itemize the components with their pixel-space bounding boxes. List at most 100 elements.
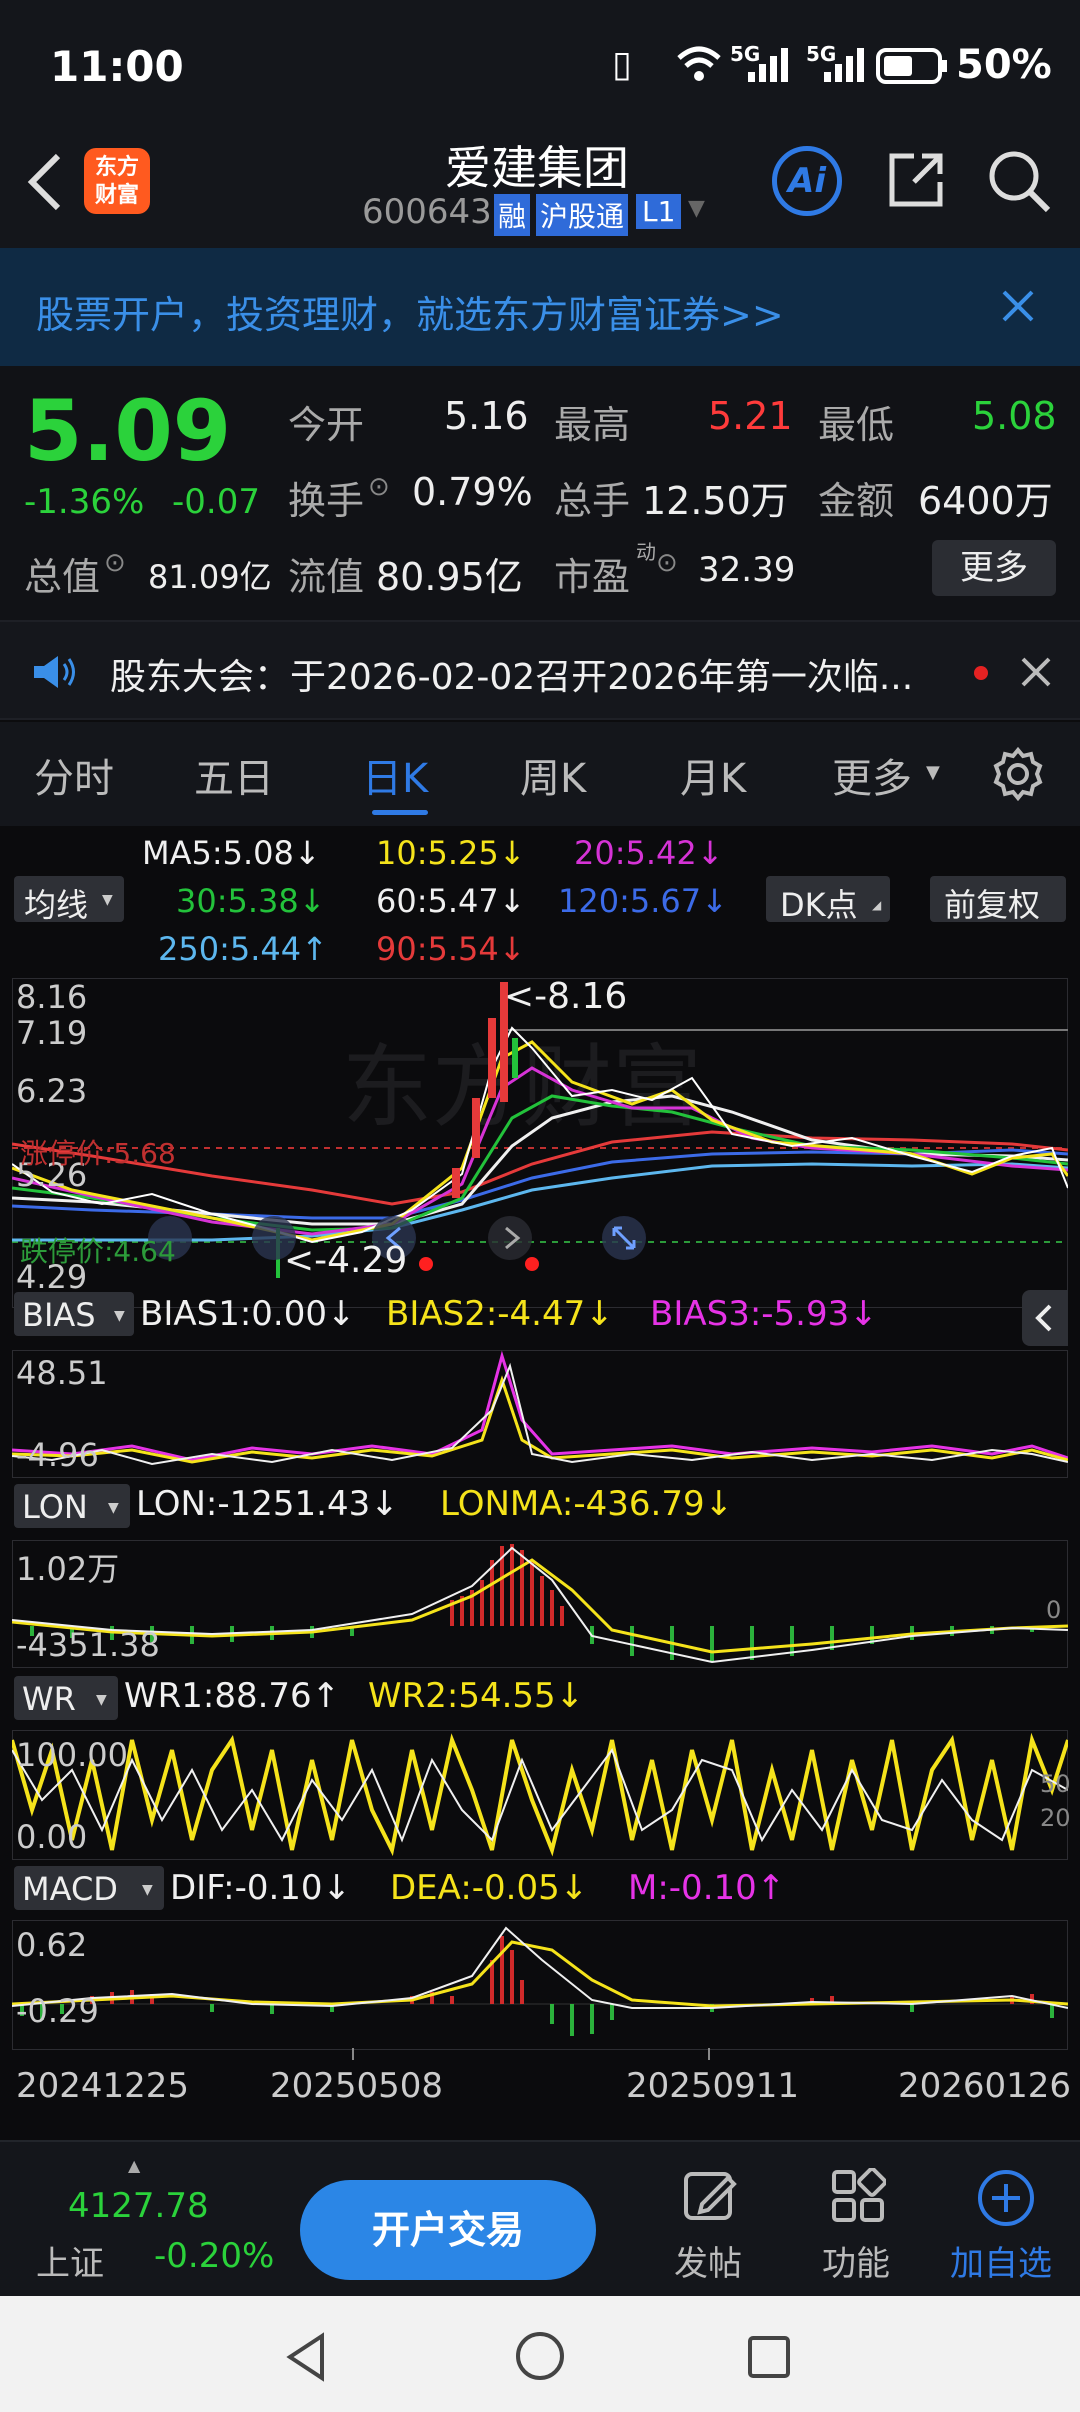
bottom-toolbar: ▲ 4127.78 上证 -0.20% 开户交易 发帖 功能 加自选 xyxy=(0,2140,1080,2296)
banner-text[interactable]: 股票开户，投资理财，就选东方财富证券>> xyxy=(36,284,784,339)
dk-button-label: DK点 xyxy=(780,886,858,924)
edit-icon xyxy=(684,2172,737,2220)
lon-plot[interactable] xyxy=(12,1540,1068,1668)
bias-plot[interactable] xyxy=(12,1350,1068,1478)
tab-daily-k[interactable]: 日K xyxy=(362,746,428,804)
x-axis-label: 20241225 xyxy=(16,2066,190,2106)
app-logo[interactable]: 东方财富 xyxy=(84,148,150,214)
high-label: 最高 xyxy=(554,403,631,447)
notice-text[interactable]: 股东大会：于2026-02-02召开2026年第一次临... xyxy=(110,648,913,700)
volume-value: 12.50万 xyxy=(642,479,789,523)
limit-up-label: 涨停价:5.68 xyxy=(20,1137,176,1170)
add-watchlist-button[interactable]: 加自选 xyxy=(946,2164,1066,2284)
speaker-icon xyxy=(34,656,75,688)
app-logo-text: 东方财富 xyxy=(94,155,139,208)
bias2-label: BIAS2:-4.47↓ xyxy=(386,1294,614,1334)
wr-selector[interactable]: WR ▼ xyxy=(14,1676,118,1720)
notice-bar[interactable]: 股东大会：于2026-02-02召开2026年第一次临... xyxy=(0,620,1080,720)
ma60-label: 60:5.47↓ xyxy=(376,882,526,920)
ma-selector-label: 均线 xyxy=(24,886,89,924)
stock-code: 600643 xyxy=(362,192,492,232)
bias1-label: BIAS1:0.00↓ xyxy=(140,1294,356,1334)
back-icon[interactable] xyxy=(22,150,66,214)
more-button[interactable]: 更多 xyxy=(932,540,1056,596)
functions-button[interactable]: 功能 xyxy=(808,2164,908,2284)
macd-y-top: 0.62 xyxy=(16,1926,88,1964)
more-button-label: 更多 xyxy=(960,548,1028,588)
index-change[interactable]: -0.20% xyxy=(154,2236,274,2276)
watermark: 东方财富 xyxy=(342,1035,702,1140)
lon-positive-bars xyxy=(450,1544,564,1626)
post-button[interactable]: 发帖 xyxy=(660,2164,760,2284)
turnover-value: 0.79% xyxy=(412,470,533,514)
promo-banner[interactable]: 股票开户，投资理财，就选东方财富证券>> xyxy=(0,248,1080,366)
trade-button[interactable]: 开户交易 xyxy=(300,2180,596,2280)
ai-icon: Ai xyxy=(788,161,826,201)
close-icon[interactable] xyxy=(1000,288,1036,324)
wr2-line xyxy=(12,1732,1068,1857)
ai-button[interactable]: Ai xyxy=(772,146,842,216)
wr-plot[interactable] xyxy=(12,1730,1068,1860)
tab-weekly-k[interactable]: 周K xyxy=(520,746,586,804)
adjust-button[interactable]: 前复权 xyxy=(930,876,1066,924)
tab-intraday[interactable]: 分时 xyxy=(34,746,114,804)
chevron-down-icon[interactable]: ▼ xyxy=(688,196,705,221)
macd-plot[interactable] xyxy=(12,1920,1068,2050)
kline-y-label: 7.19 xyxy=(16,1014,88,1052)
amount-value: 6400万 xyxy=(918,479,1053,523)
lon-y-bottom: -4351.38 xyxy=(16,1626,160,1664)
home-nav-icon[interactable] xyxy=(514,2330,566,2382)
index-name[interactable]: 上证 xyxy=(36,2236,104,2285)
chart-next-button[interactable] xyxy=(488,1216,532,1260)
ma250-label: 250:5.44↑ xyxy=(158,930,328,968)
settings-icon[interactable] xyxy=(990,746,1046,802)
lon-selector-label: LON xyxy=(22,1488,88,1526)
lon-selector[interactable]: LON ▼ xyxy=(14,1484,130,1528)
wr-y-top: 100.00 xyxy=(16,1736,128,1774)
recents-nav-icon[interactable] xyxy=(746,2334,792,2380)
caret-down-icon: ▼ xyxy=(108,1500,119,1516)
index-value[interactable]: 4127.78 xyxy=(68,2186,209,2226)
bias-y-top: 48.51 xyxy=(16,1354,108,1392)
wr2-label: WR2:54.55↓ xyxy=(368,1676,585,1716)
event-dot xyxy=(525,1257,539,1271)
limit-down-label: 跌停价:4.64 xyxy=(20,1235,176,1268)
grid-icon xyxy=(832,2168,886,2222)
share-icon[interactable] xyxy=(884,148,948,212)
level-badge: L1 xyxy=(636,194,682,229)
signal-icon-b xyxy=(824,48,864,82)
low-label: 最低 xyxy=(818,403,895,447)
macd-selector-label: MACD xyxy=(22,1870,118,1908)
macd-selector[interactable]: MACD ▼ xyxy=(14,1866,164,1910)
bias-selector[interactable]: BIAS ▼ xyxy=(14,1292,134,1336)
last-price: 5.09 xyxy=(24,382,232,480)
stock-name[interactable]: 爱建集团 xyxy=(445,132,629,198)
high-value: 5.21 xyxy=(708,394,793,438)
ma30-label: 30:5.38↓ xyxy=(176,882,326,920)
active-tab-indicator xyxy=(372,810,428,815)
close-icon[interactable] xyxy=(1020,656,1052,688)
wr-selector-label: WR xyxy=(22,1680,76,1718)
min-price-marker: <-4.29 xyxy=(284,1240,408,1281)
search-icon[interactable] xyxy=(986,148,1052,214)
add-watchlist-label: 加自选 xyxy=(950,2244,1052,2284)
float-value: 80.95亿 xyxy=(376,555,523,599)
status-bar: 11:00 ▯ 5G 5G 50% xyxy=(0,0,1080,130)
back-nav-icon[interactable] xyxy=(284,2332,328,2382)
ma-selector[interactable]: 均线 ▼ xyxy=(14,876,124,924)
tab-five-day[interactable]: 五日 xyxy=(194,746,274,804)
tab-more[interactable]: 更多 xyxy=(832,746,912,804)
collapse-button[interactable] xyxy=(1022,1290,1068,1346)
macd-negative-bars xyxy=(20,2004,1054,2036)
turnover-label: 换手 xyxy=(288,479,365,523)
chevron-left-icon xyxy=(1035,1304,1052,1332)
wr1-label: WR1:88.76↑ xyxy=(124,1676,341,1716)
float-label: 流值 xyxy=(288,555,365,599)
tab-monthly-k[interactable]: 月K xyxy=(680,746,746,804)
caret-down-icon: ▼ xyxy=(142,1882,153,1898)
lonma-label: LONMA:-436.79↓ xyxy=(440,1484,734,1524)
open-label: 今开 xyxy=(288,403,365,447)
wifi-icon xyxy=(677,46,721,81)
dk-button[interactable]: DK点 ◢ xyxy=(766,876,890,924)
lon-y-zero: 0 xyxy=(1046,1596,1062,1624)
